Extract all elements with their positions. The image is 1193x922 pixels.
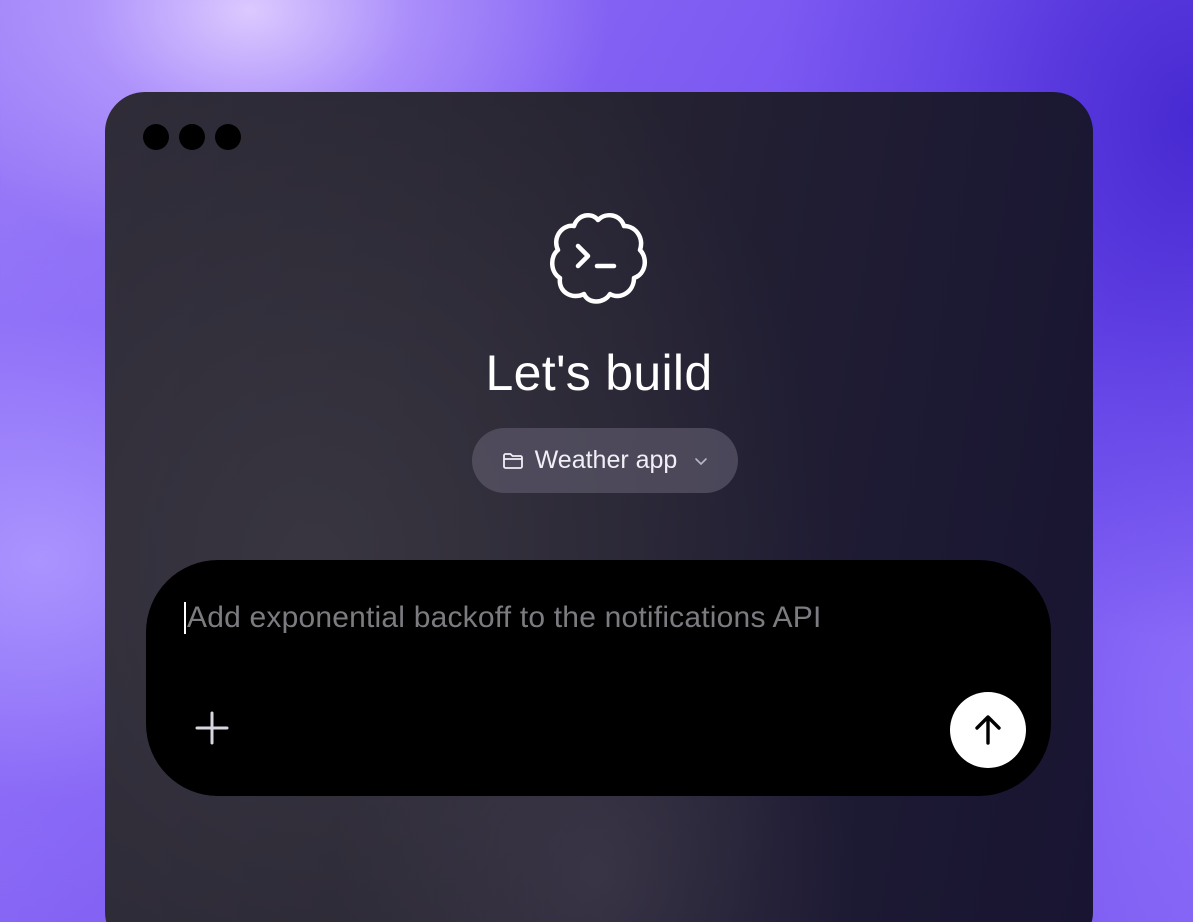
window-controls: [143, 124, 241, 150]
zoom-window-button[interactable]: [215, 124, 241, 150]
project-selector-label: Weather app: [534, 446, 678, 474]
cloud-terminal-icon: [548, 206, 648, 306]
add-attachment-button[interactable]: [192, 708, 232, 748]
prompt-input[interactable]: Add exponential backoff to the notificat…: [184, 598, 1004, 638]
prompt-placeholder: Add exponential backoff to the notificat…: [187, 601, 822, 634]
send-button[interactable]: [950, 692, 1026, 768]
page-title: Let's build: [485, 345, 713, 401]
folder-icon: [502, 452, 523, 469]
chevron-down-icon: [695, 457, 708, 465]
close-window-button[interactable]: [143, 124, 169, 150]
project-selector[interactable]: Weather app: [472, 428, 738, 493]
arrow-up-icon: [975, 715, 1001, 745]
prompt-composer: Add exponential backoff to the notificat…: [146, 560, 1051, 796]
text-caret: [184, 602, 186, 634]
minimize-window-button[interactable]: [179, 124, 205, 150]
app-window: Let's build Weather app Add exponential …: [105, 92, 1093, 922]
plus-icon: [195, 711, 229, 745]
